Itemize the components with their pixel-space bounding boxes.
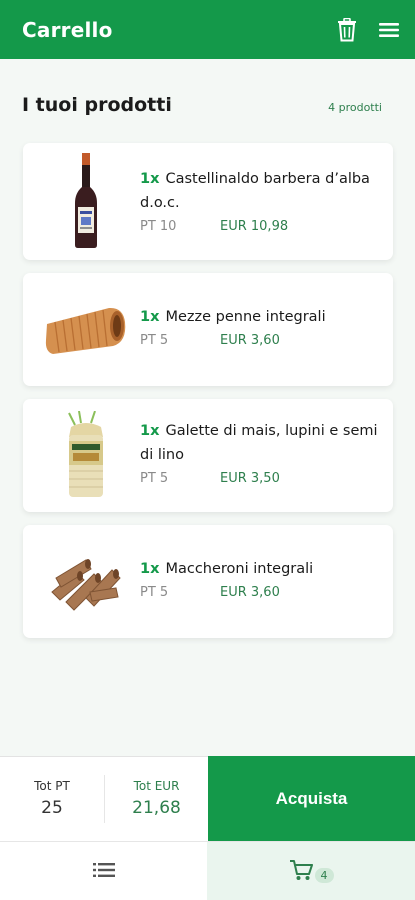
product-card[interactable]: 1x Galette di mais, lupini e semi di lino… (23, 399, 393, 512)
buy-button[interactable]: Acquista (208, 756, 415, 841)
product-price: EUR 10,98 (220, 219, 289, 234)
product-price: EUR 3,50 (220, 471, 280, 486)
product-name: 1x Galette di mais, lupini e semi di lino (140, 423, 378, 463)
product-prices: PT 5 EUR 3,60 (140, 333, 381, 348)
product-prices: PT 5 EUR 3,60 (140, 585, 381, 600)
product-quantity: 1x (140, 171, 160, 187)
product-name: 1x Mezze penne integrali (140, 309, 326, 325)
trash-icon[interactable] (337, 17, 357, 42)
header-actions (337, 17, 399, 42)
total-eur-label: Tot EUR (133, 779, 180, 793)
product-info: 1x Maccheroni integrali PT 5 EUR 3,60 (140, 557, 381, 600)
list-icon (92, 862, 115, 882)
product-card[interactable]: 1x Mezze penne integrali PT 5 EUR 3,60 (23, 273, 393, 386)
total-eur-value: 21,68 (132, 798, 181, 818)
product-info: 1x Galette di mais, lupini e semi di lino… (140, 419, 381, 486)
menu-icon[interactable] (379, 22, 399, 38)
product-card[interactable]: 1x Castellinaldo barbera d’alba d.o.c. PT… (23, 143, 393, 260)
rice-cakes-pack-image (41, 409, 131, 503)
product-name: 1x Maccheroni integrali (140, 561, 314, 577)
section-title: I tuoi prodotti (22, 94, 172, 116)
total-points: Tot PT 25 (0, 757, 104, 841)
tab-list[interactable] (0, 842, 207, 900)
product-points: PT 10 (140, 219, 177, 234)
product-name: 1x Castellinaldo barbera d’alba d.o.c. (140, 171, 370, 211)
product-info: 1x Mezze penne integrali PT 5 EUR 3,60 (140, 305, 381, 348)
product-points: PT 5 (140, 471, 169, 486)
product-points: PT 5 (140, 585, 169, 600)
page-title: Carrello (22, 17, 113, 42)
total-points-value: 25 (41, 798, 63, 818)
bottom-tab-bar: 4 (0, 841, 415, 900)
total-points-label: Tot PT (34, 779, 70, 793)
product-count: 4 prodotti (328, 101, 382, 114)
product-price: EUR 3,60 (220, 333, 280, 348)
product-quantity: 1x (140, 561, 160, 577)
cart-icon (289, 859, 313, 885)
product-prices: PT 10 EUR 10,98 (140, 219, 381, 234)
product-quantity: 1x (140, 309, 160, 325)
product-points: PT 5 (140, 333, 169, 348)
maccheroni-pasta-image (41, 541, 131, 623)
penne-pasta-image (41, 287, 131, 373)
tab-cart[interactable]: 4 (207, 842, 415, 900)
products-section-header: I tuoi prodotti 4 prodotti (22, 94, 382, 116)
cart-count-badge: 4 (314, 868, 334, 883)
product-card[interactable]: 1x Maccheroni integrali PT 5 EUR 3,60 (23, 525, 393, 638)
total-eur: Tot EUR 21,68 (104, 775, 208, 823)
wine-bottle-image (41, 151, 131, 251)
product-price: EUR 3,60 (220, 585, 280, 600)
app-header: Carrello (0, 0, 415, 59)
product-quantity: 1x (140, 423, 160, 439)
product-info: 1x Castellinaldo barbera d’alba d.o.c. PT… (140, 167, 381, 234)
product-prices: PT 5 EUR 3,50 (140, 471, 381, 486)
